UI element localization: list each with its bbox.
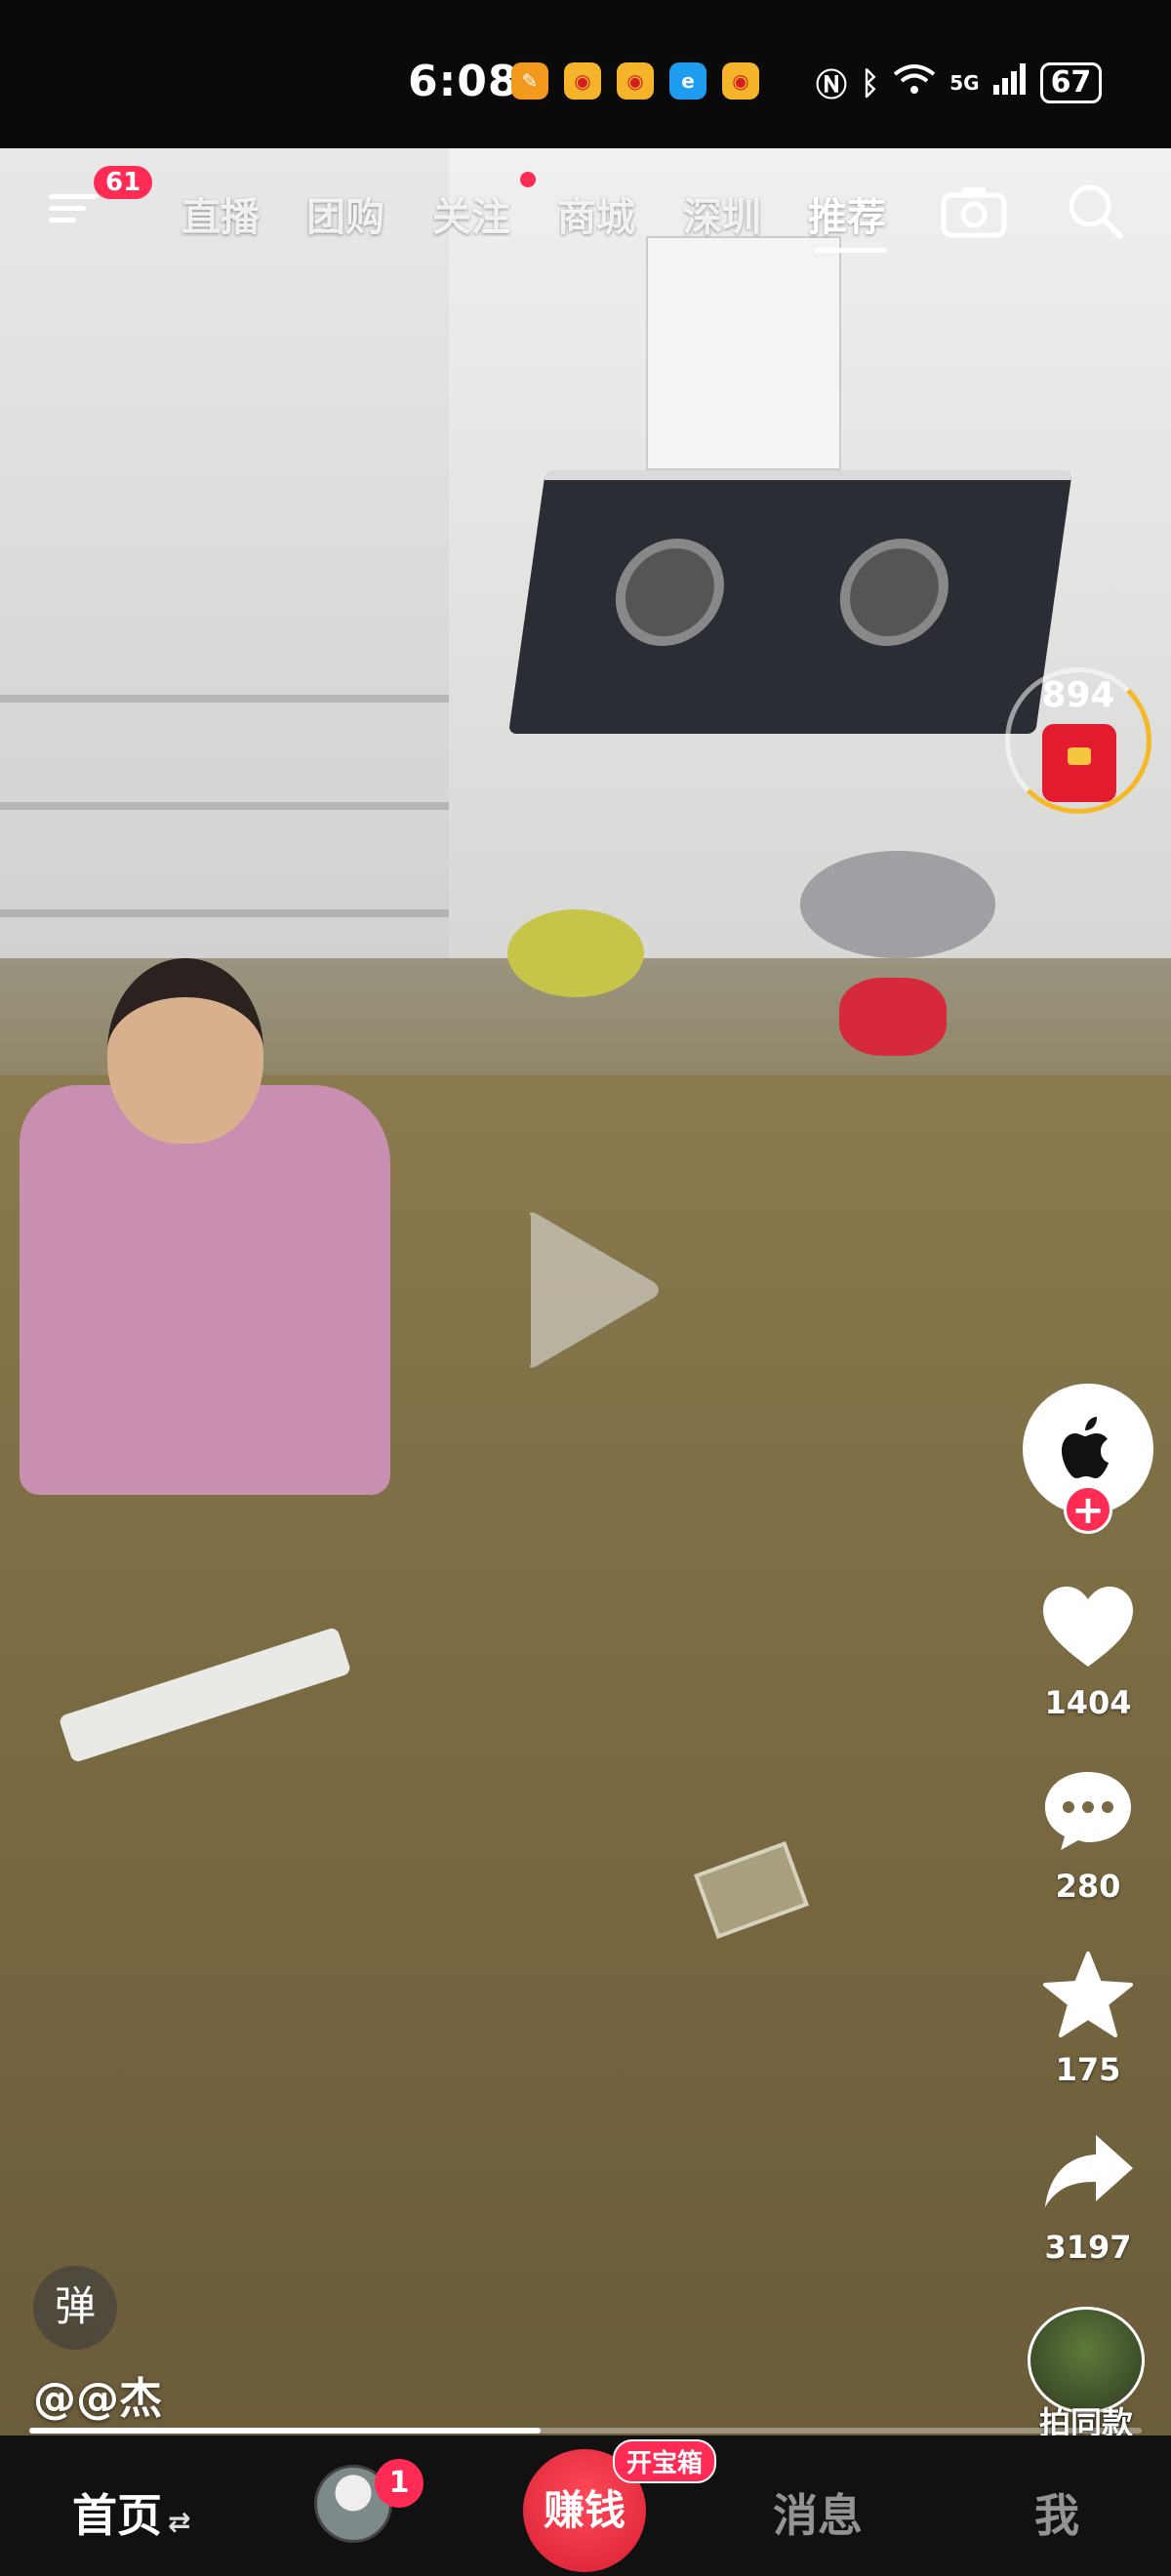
signal-icon — [992, 63, 1027, 102]
video-progress-fill — [29, 2428, 542, 2434]
comment-count: 280 — [1055, 1868, 1121, 1905]
following-notification-dot — [520, 172, 536, 187]
status-time: 6:08 — [408, 57, 519, 106]
coin-count: 894 — [1041, 675, 1115, 715]
friends-badge: 1 — [375, 2459, 424, 2508]
battery-level: 67 — [1039, 62, 1103, 103]
notes-app-icon: ✎ — [511, 62, 548, 100]
top-nav: 61 直播 团购 关注 商城 深圳 推荐 — [0, 166, 1171, 263]
share-button[interactable]: 3197 — [1034, 2127, 1142, 2266]
bottom-nav: 首页 ⇄ 1 赚钱 开宝箱 消息 我 — [0, 2435, 1171, 2576]
nav-home[interactable]: 首页 ⇄ — [72, 2480, 190, 2545]
menu-icon[interactable] — [49, 187, 98, 232]
play-icon[interactable] — [507, 1202, 664, 1378]
comment-button[interactable]: 280 — [1034, 1766, 1142, 1905]
tab-mall[interactable]: 商城 — [557, 185, 635, 242]
follow-button[interactable]: + — [1064, 1485, 1112, 1534]
nfc-icon: Ⓝ — [816, 66, 848, 103]
video-scene-hood — [646, 236, 841, 470]
open-treasure-tag: 开宝箱 — [613, 2439, 717, 2483]
system-icons: Ⓝ ᛒ 5G 67 — [816, 60, 1103, 105]
video-scene-range-hood — [508, 470, 1072, 734]
favorite-button[interactable]: 175 — [1034, 1950, 1142, 2088]
notification-app-icons: ✎ ◉ ◉ e ◉ — [511, 62, 759, 100]
tab-shenzhen[interactable]: 深圳 — [683, 185, 761, 242]
browser-app-icon: e — [669, 62, 707, 100]
share-arrow-icon — [1039, 2127, 1137, 2225]
weibo-icon: ◉ — [564, 62, 601, 100]
menu-badge: 61 — [94, 166, 153, 199]
weibo-icon: ◉ — [617, 62, 654, 100]
comment-icon — [1039, 1766, 1137, 1864]
author-name[interactable]: @@杰 — [33, 2363, 162, 2426]
camera-icon[interactable] — [941, 185, 1007, 238]
favorite-count: 175 — [1055, 2051, 1121, 2088]
weibo-icon: ◉ — [722, 62, 759, 100]
coin-reward-widget[interactable]: 894 — [1005, 660, 1161, 825]
like-button[interactable]: 1404 — [1034, 1583, 1142, 1721]
red-envelope-icon — [1042, 724, 1116, 802]
nav-home-label: 首页 — [72, 2489, 162, 2542]
network-type: 5G — [949, 71, 980, 95]
star-icon — [1039, 1950, 1137, 2047]
apple-logo-icon — [1062, 1417, 1109, 1478]
video-progress-bar[interactable] — [29, 2428, 1142, 2434]
active-tab-indicator — [815, 248, 887, 253]
same-style-button[interactable]: 拍同款 — [1023, 2307, 1150, 2443]
nav-me[interactable]: 我 — [1034, 2480, 1079, 2545]
tab-following[interactable]: 关注 — [432, 185, 510, 242]
like-count: 1404 — [1044, 1684, 1132, 1721]
heart-icon — [1039, 1583, 1137, 1680]
nav-messages[interactable]: 消息 — [773, 2480, 863, 2545]
wifi-icon — [893, 62, 936, 103]
danmu-toggle-button[interactable]: 弹 — [33, 2266, 117, 2350]
tab-group-buy[interactable]: 团购 — [306, 185, 384, 242]
share-count: 3197 — [1044, 2229, 1132, 2266]
search-icon[interactable] — [1066, 181, 1124, 240]
tab-live[interactable]: 直播 — [182, 185, 260, 242]
bluetooth-icon: ᛒ — [861, 64, 880, 101]
tab-recommended[interactable]: 推荐 — [808, 185, 886, 242]
status-bar: 6:08 ✎ ◉ ◉ e ◉ Ⓝ ᛒ 5G 67 — [0, 0, 1171, 148]
switch-arrows-icon: ⇄ — [168, 2506, 191, 2538]
video-scene-person — [20, 1085, 390, 1495]
